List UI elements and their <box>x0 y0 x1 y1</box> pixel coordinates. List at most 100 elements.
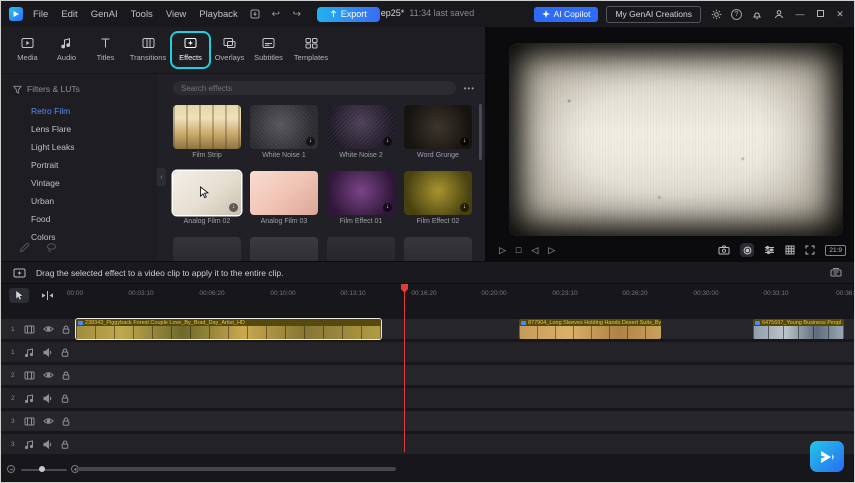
play-button[interactable]: ▷ <box>499 245 506 255</box>
tab-transitions[interactable]: Transitions <box>126 33 170 67</box>
effect-card[interactable] <box>250 237 318 261</box>
effect-thumbnail[interactable]: ↓ <box>404 105 472 149</box>
sidebar-item-lens-flare[interactable]: Lens Flare <box>1 120 157 138</box>
effects-scrollbar[interactable] <box>479 104 482 160</box>
tab-overlays[interactable]: Overlays <box>211 33 248 67</box>
eye-icon[interactable] <box>43 417 54 425</box>
lock-icon[interactable] <box>62 417 70 426</box>
tab-titles[interactable]: Titles <box>87 33 124 67</box>
search-input[interactable] <box>173 81 456 95</box>
speaker-icon[interactable] <box>43 439 53 449</box>
stop-button[interactable]: □ <box>516 245 521 255</box>
timeline-clip[interactable]: 238343_Piggyback Forest Couple Love_By_B… <box>76 319 381 339</box>
export-button[interactable]: Export <box>316 6 380 22</box>
sidebar-item-retro-film[interactable]: Retro Film <box>1 102 157 120</box>
sidebar-item-urban[interactable]: Urban <box>1 192 157 210</box>
effect-card[interactable] <box>173 237 241 261</box>
lock-icon[interactable] <box>61 440 69 449</box>
speaker-icon[interactable] <box>43 347 53 357</box>
window-maximize-button[interactable] <box>814 9 826 19</box>
effect-card[interactable]: Analog Film 03 <box>250 171 318 225</box>
menu-view[interactable]: View <box>163 9 189 20</box>
window-close-button[interactable]: ✕ <box>834 9 846 20</box>
effect-thumbnail[interactable]: ↓ <box>327 171 395 215</box>
color-adjust-icon[interactable] <box>764 245 775 255</box>
step-back-button[interactable]: ◁ <box>531 245 538 255</box>
save-icon[interactable] <box>248 9 262 19</box>
effect-card[interactable]: ↓ Word Grunge <box>404 105 472 159</box>
lock-icon[interactable] <box>61 394 69 403</box>
help-icon[interactable]: ? <box>731 8 742 20</box>
eye-icon[interactable] <box>43 371 54 379</box>
audio-track-2[interactable]: 2 <box>1 388 854 408</box>
tab-effects[interactable]: Effects <box>172 33 209 67</box>
menu-edit[interactable]: Edit <box>58 9 80 20</box>
eye-icon[interactable] <box>43 325 54 333</box>
tab-templates[interactable]: Templates <box>289 33 333 67</box>
timeline-settings-icon[interactable] <box>830 267 842 278</box>
pen-icon[interactable] <box>19 242 30 253</box>
lock-icon[interactable] <box>61 348 69 357</box>
timeline-ruler[interactable]: 00:00 00:03:10 00:06:20 00:10:00 00:13:1… <box>1 290 854 302</box>
effect-card[interactable]: ↓ White Noise 1 <box>250 105 318 159</box>
ai-copilot-button[interactable]: AI Copilot <box>533 6 599 22</box>
menu-tools[interactable]: Tools <box>128 9 156 20</box>
timeline-clip[interactable]: 6475697_Young Business Peopl <box>753 319 844 339</box>
sidebar-item-food[interactable]: Food <box>1 210 157 228</box>
tab-subtitles[interactable]: Subtitles <box>250 33 287 67</box>
video-track-2[interactable]: 2 <box>1 365 854 385</box>
effect-thumbnail[interactable]: ↓ <box>250 105 318 149</box>
sidebar-header[interactable]: Filters & LUTs <box>1 74 157 102</box>
effect-card-selected[interactable]: ↓ Analog Film 02 <box>173 171 241 225</box>
undo-icon[interactable]: ↩ <box>269 9 283 20</box>
effect-card[interactable] <box>404 237 472 261</box>
effect-card[interactable]: ↓ Film Effect 02 <box>404 171 472 225</box>
record-button[interactable] <box>740 243 755 257</box>
audio-track-1[interactable]: 1 <box>1 342 854 362</box>
effect-thumbnail[interactable] <box>404 237 472 261</box>
effect-thumbnail[interactable]: ↓ <box>327 105 395 149</box>
speaker-icon[interactable] <box>43 393 53 403</box>
my-creations-button[interactable]: My GenAI Creations <box>606 5 701 23</box>
effect-thumbnail[interactable] <box>173 105 241 149</box>
video-track-1[interactable]: 238343_Piggyback Forest Couple Love_By_B… <box>1 319 854 339</box>
timeline-clip[interactable]: 877904_Long Sleeves Holding Hands Desert… <box>519 319 661 339</box>
panel-collapse-handle[interactable]: ‹ <box>157 168 166 186</box>
sidebar-item-portrait[interactable]: Portrait <box>1 156 157 174</box>
sidebar-item-light-leaks[interactable]: Light Leaks <box>1 138 157 156</box>
effect-card[interactable]: ↓ White Noise 2 <box>327 105 395 159</box>
video-preview-frame[interactable] <box>509 43 843 236</box>
effect-thumbnail[interactable]: ↓ <box>404 171 472 215</box>
timeline-horizontal-scrollbar[interactable] <box>76 467 396 471</box>
fullscreen-icon[interactable] <box>805 245 815 255</box>
lock-icon[interactable] <box>62 325 70 334</box>
user-account-icon[interactable] <box>772 9 786 19</box>
effect-card[interactable] <box>327 237 395 261</box>
effect-thumbnail[interactable]: ↓ <box>173 171 241 215</box>
aspect-ratio-button[interactable]: 21:9 <box>825 244 846 256</box>
tab-media[interactable]: Media <box>9 33 46 67</box>
camera-snapshot-icon[interactable] <box>718 245 730 255</box>
lock-icon[interactable] <box>62 371 70 380</box>
lasso-icon[interactable] <box>46 242 57 253</box>
effect-thumbnail[interactable] <box>327 237 395 261</box>
menu-genai[interactable]: GenAI <box>88 9 121 20</box>
grid-icon[interactable] <box>785 245 795 255</box>
sidebar-item-vintage[interactable]: Vintage <box>1 174 157 192</box>
effect-thumbnail[interactable] <box>250 171 318 215</box>
more-options-icon[interactable]: ••• <box>464 84 475 93</box>
notifications-bell-icon[interactable] <box>750 9 764 20</box>
zoom-slider-knob[interactable] <box>39 466 45 472</box>
redo-icon[interactable]: ↪ <box>290 9 304 20</box>
step-forward-button[interactable]: ▷ <box>548 245 555 255</box>
settings-gear-icon[interactable] <box>709 9 723 20</box>
menu-file[interactable]: File <box>30 9 51 20</box>
effect-thumbnail[interactable] <box>173 237 241 261</box>
menu-playback[interactable]: Playback <box>196 9 241 20</box>
audio-track-3[interactable]: 3 <box>1 434 854 454</box>
zoom-out-button[interactable] <box>7 465 15 473</box>
effect-card[interactable]: Film Strip <box>173 105 241 159</box>
video-track-3[interactable]: 3 <box>1 411 854 431</box>
tab-audio[interactable]: Audio <box>48 33 85 67</box>
window-minimize-button[interactable]: — <box>794 9 806 19</box>
